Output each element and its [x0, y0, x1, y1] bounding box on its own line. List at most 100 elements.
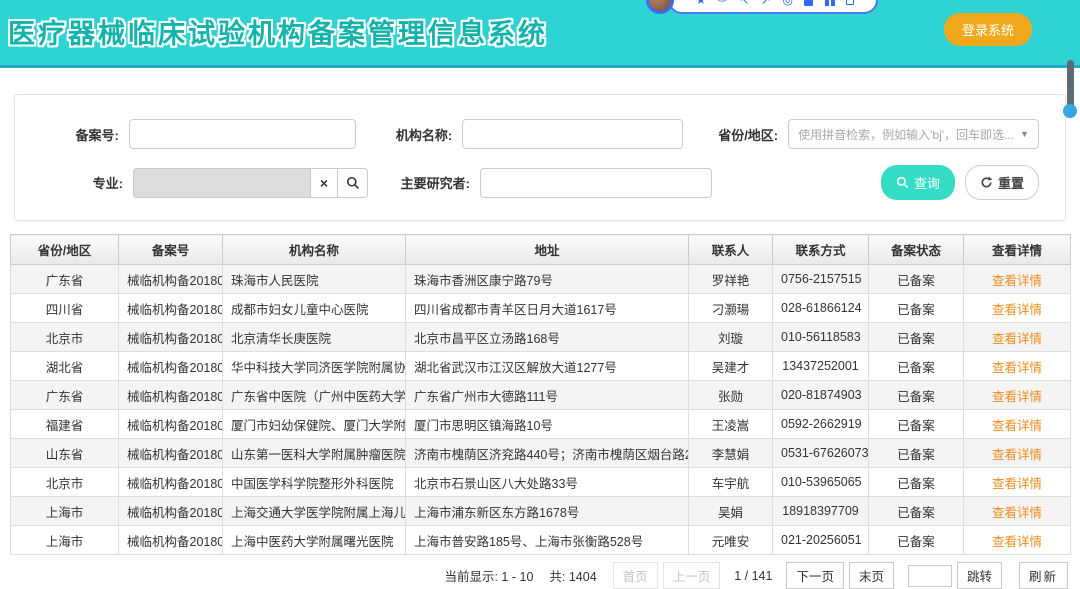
- columns-icon[interactable]: [825, 0, 835, 6]
- rect-icon[interactable]: [804, 0, 813, 6]
- view-detail-link[interactable]: 查看详情: [992, 477, 1042, 491]
- square-outline-icon[interactable]: [846, 0, 854, 5]
- first-page-button[interactable]: 首页: [613, 562, 658, 589]
- table-row: 上海市械临机构备201800009上海交通大学医学院附属上海儿童...上海市浦东…: [11, 497, 1071, 526]
- avatar[interactable]: [646, 0, 674, 14]
- cell-province: 山东省: [11, 439, 119, 468]
- specialty-label: 专业:: [41, 173, 133, 192]
- cell-filing-no: 械临机构备201800008: [119, 468, 223, 497]
- specialty-clear-button[interactable]: ×: [311, 168, 338, 198]
- principal-investigator-input[interactable]: [480, 168, 712, 198]
- reset-button[interactable]: 重置: [965, 165, 1039, 200]
- specialty-search-button[interactable]: [338, 168, 368, 198]
- cell-filing-no: 械临机构备201800001: [119, 265, 223, 294]
- view-detail-link[interactable]: 查看详情: [992, 361, 1042, 375]
- cell-detail: 查看详情: [964, 352, 1071, 381]
- cell-status: 已备案: [869, 294, 964, 323]
- overlay-toolbar-pill: ★ ✑ ↖ ↗ ◎: [668, 0, 878, 14]
- view-detail-link[interactable]: 查看详情: [992, 535, 1042, 549]
- next-page-button[interactable]: 下一页: [786, 562, 844, 589]
- column-header: 查看详情: [964, 235, 1071, 265]
- pen-icon[interactable]: ✑: [718, 0, 728, 6]
- cell-contact: 刘璇: [689, 323, 773, 352]
- cell-contact: 吴娟: [689, 497, 773, 526]
- star-icon[interactable]: ★: [696, 0, 707, 6]
- prev-page-button[interactable]: 上一页: [663, 562, 721, 589]
- cell-filing-no: 械临机构备201800005: [119, 381, 223, 410]
- jump-button[interactable]: 跳转: [957, 562, 1002, 589]
- cell-province: 上海市: [11, 497, 119, 526]
- province-select[interactable]: 使用拼音检索，例如输入'bj'，回车即选... ▼: [788, 119, 1039, 149]
- results-table: 省份/地区备案号机构名称地址联系人联系方式备案状态查看详情 广东省械临机构备20…: [10, 234, 1071, 555]
- cell-detail: 查看详情: [964, 497, 1071, 526]
- org-name-label: 机构名称:: [356, 125, 463, 144]
- province-select-placeholder: 使用拼音检索，例如输入'bj'，回车即选...: [798, 126, 1014, 143]
- app-header: 医疗器械临床试验机构备案管理信息系统 登录系统 ★ ✑ ↖ ↗ ◎: [0, 0, 1080, 68]
- cell-filing-no: 械临机构备201800007: [119, 439, 223, 468]
- chevron-down-icon: ▼: [1020, 129, 1029, 139]
- view-detail-link[interactable]: 查看详情: [992, 274, 1042, 288]
- page-indicator: 1 / 141: [734, 569, 772, 583]
- last-page-button[interactable]: 末页: [849, 562, 894, 589]
- cell-detail: 查看详情: [964, 294, 1071, 323]
- cell-phone: 0756-2157515: [773, 265, 869, 294]
- cell-province: 广东省: [11, 265, 119, 294]
- page: 医疗器械临床试验机构备案管理信息系统 登录系统 ★ ✑ ↖ ↗ ◎ 备案号: 机…: [0, 0, 1080, 589]
- cell-province: 湖北省: [11, 352, 119, 381]
- cell-province: 北京市: [11, 323, 119, 352]
- province-label: 省份/地区:: [683, 125, 788, 144]
- reset-button-label: 重置: [998, 173, 1024, 192]
- filing-no-input[interactable]: [129, 119, 356, 149]
- cell-detail: 查看详情: [964, 323, 1071, 352]
- table-row: 山东省械临机构备201800007山东第一医科大学附属肿瘤医院（...济南市槐荫…: [11, 439, 1071, 468]
- cell-institution-name: 华中科技大学同济医学院附属协和医院: [223, 352, 406, 381]
- scrollbar-knob[interactable]: [1063, 104, 1077, 118]
- column-header: 地址: [406, 235, 689, 265]
- specialty-input-group: ×: [133, 168, 368, 198]
- scroll-indicator[interactable]: [1063, 60, 1077, 118]
- view-detail-link[interactable]: 查看详情: [992, 506, 1042, 520]
- query-button[interactable]: 查询: [881, 165, 955, 200]
- cell-status: 已备案: [869, 468, 964, 497]
- view-detail-link[interactable]: 查看详情: [992, 419, 1042, 433]
- cell-address: 广东省广州市大德路111号: [406, 381, 689, 410]
- view-detail-link[interactable]: 查看详情: [992, 448, 1042, 462]
- cell-status: 已备案: [869, 439, 964, 468]
- view-detail-link[interactable]: 查看详情: [992, 332, 1042, 346]
- refresh-button[interactable]: 刷新: [1019, 562, 1068, 589]
- cell-institution-name: 上海中医药大学附属曙光医院: [223, 526, 406, 555]
- login-button[interactable]: 登录系统: [944, 13, 1032, 46]
- cell-status: 已备案: [869, 265, 964, 294]
- cell-address: 济南市槐荫区济兖路440号；济南市槐荫区烟台路2999号: [406, 439, 689, 468]
- cell-institution-name: 上海交通大学医学院附属上海儿童...: [223, 497, 406, 526]
- cell-institution-name: 中国医学科学院整形外科医院: [223, 468, 406, 497]
- cell-phone: 020-81874903: [773, 381, 869, 410]
- scrollbar-track[interactable]: [1067, 60, 1074, 110]
- cell-contact: 刁灏瑒: [689, 294, 773, 323]
- view-detail-link[interactable]: 查看详情: [992, 303, 1042, 317]
- cell-filing-no: 械临机构备201800010: [119, 526, 223, 555]
- org-name-input[interactable]: [462, 119, 683, 149]
- close-icon: ×: [320, 175, 328, 191]
- cell-province: 上海市: [11, 526, 119, 555]
- cell-status: 已备案: [869, 381, 964, 410]
- cell-status: 已备案: [869, 526, 964, 555]
- pagination-bar: 当前显示: 1 - 10 共: 1404 首页 上一页 1 / 141 下一页 …: [10, 562, 1068, 589]
- jump-page-input[interactable]: [908, 565, 952, 587]
- cell-phone: 18918397709: [773, 497, 869, 526]
- cell-contact: 王凌嵩: [689, 410, 773, 439]
- arrow-left-icon[interactable]: ↖: [739, 0, 749, 6]
- search-panel: 备案号: 机构名称: 省份/地区: 使用拼音检索，例如输入'bj'，回车即选..…: [14, 94, 1066, 221]
- column-header: 备案号: [119, 235, 223, 265]
- cell-status: 已备案: [869, 410, 964, 439]
- column-header: 机构名称: [223, 235, 406, 265]
- view-detail-link[interactable]: 查看详情: [992, 390, 1042, 404]
- cell-contact: 罗祥艳: [689, 265, 773, 294]
- cell-phone: 010-53965065: [773, 468, 869, 497]
- cell-phone: 13437252001: [773, 352, 869, 381]
- cell-contact: 元唯安: [689, 526, 773, 555]
- page-title: 医疗器械临床试验机构备案管理信息系统: [8, 12, 548, 51]
- cell-detail: 查看详情: [964, 526, 1071, 555]
- arrow-right-icon[interactable]: ↗: [761, 0, 771, 6]
- target-icon[interactable]: ◎: [782, 0, 792, 6]
